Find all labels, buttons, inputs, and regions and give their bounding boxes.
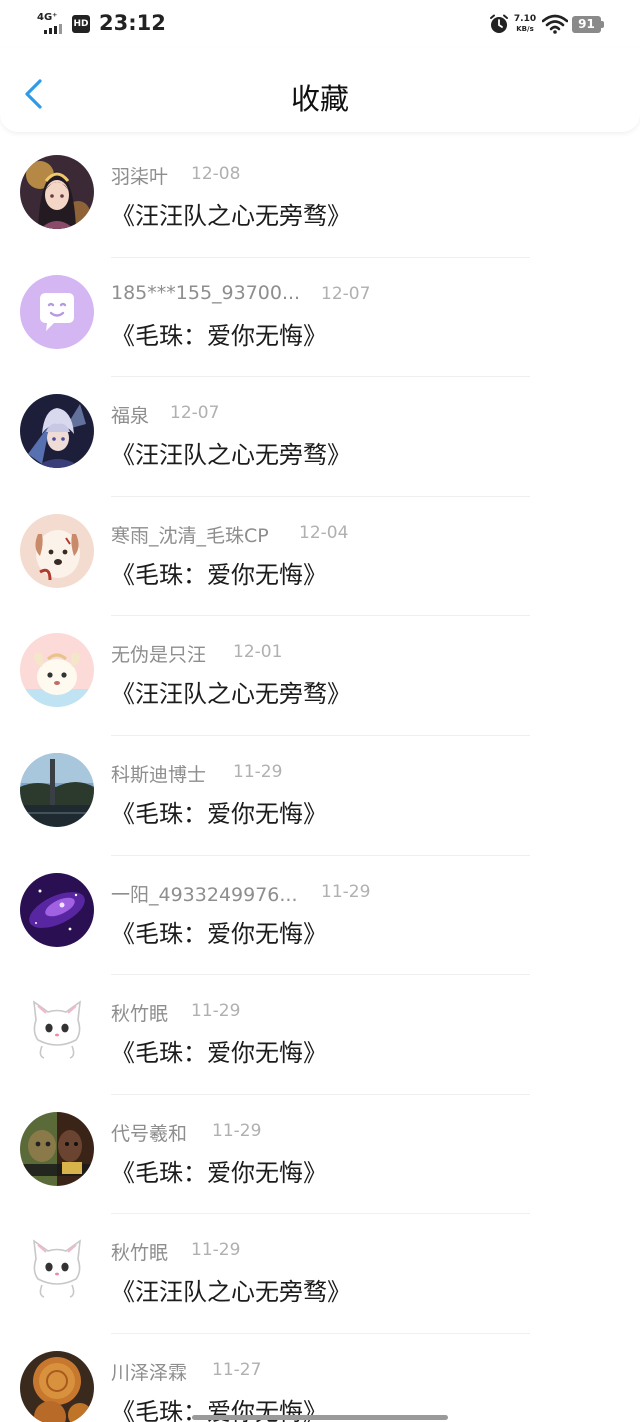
mooncake-avatar[interactable] <box>20 1350 94 1422</box>
username[interactable]: 秋竹眠 <box>111 1238 168 1265</box>
status-bar: 4G⁺ HD 23:12 7.10 KB/s 91 <box>0 0 640 48</box>
favorite-title[interactable]: 《毛珠：爱你无悔》 <box>111 316 327 351</box>
favorite-date: 12-07 <box>321 283 371 304</box>
favorite-item[interactable]: 川泽泽霖 11-27 《毛珠：爱你无悔》 <box>0 1334 640 1422</box>
battery-level: 91 <box>572 16 601 33</box>
network-type: 4G⁺ <box>37 12 58 23</box>
favorite-item[interactable]: 秋竹眠 11-29 《毛珠：爱你无悔》 <box>0 975 640 1095</box>
favorite-date: 11-29 <box>321 881 371 902</box>
wifi-icon <box>542 14 568 34</box>
alarm-icon <box>490 14 508 33</box>
favorite-title[interactable]: 《汪汪队之心无旁骛》 <box>111 435 351 470</box>
movie-poster-avatar[interactable] <box>20 1111 94 1186</box>
favorite-date: 11-29 <box>191 1240 241 1261</box>
white-cat-avatar[interactable] <box>20 992 94 1067</box>
favorite-date: 12-01 <box>233 642 283 663</box>
favorite-title[interactable]: 《毛珠：爱你无悔》 <box>111 1033 327 1068</box>
username[interactable]: 无伪是只汪 <box>111 640 206 667</box>
dog-drawing-avatar[interactable] <box>20 513 94 588</box>
favorites-list: 羽柒叶 12-08 《汪汪队之心无旁骛》 185***155_93700... … <box>0 138 640 1422</box>
favorite-date: 12-08 <box>191 164 241 184</box>
anime-girl-avatar[interactable] <box>20 155 94 229</box>
username[interactable]: 秋竹眠 <box>111 999 168 1026</box>
username[interactable]: 科斯迪博士 <box>111 760 206 787</box>
favorite-item[interactable]: 羽柒叶 12-08 《汪汪队之心无旁骛》 <box>0 138 640 258</box>
favorite-title[interactable]: 《毛珠：爱你无悔》 <box>111 1153 327 1188</box>
anime-boy-avatar[interactable] <box>20 394 94 469</box>
favorite-date: 11-29 <box>212 1120 262 1141</box>
username[interactable]: 川泽泽霖 <box>111 1358 187 1385</box>
speed-unit: KB/s <box>516 25 534 33</box>
username[interactable]: 福泉 <box>111 401 149 428</box>
speed-value: 7.10 <box>513 14 537 24</box>
username[interactable]: 185***155_93700... <box>111 282 300 304</box>
username[interactable]: 羽柒叶 <box>111 162 168 189</box>
cartoon-dog-avatar[interactable] <box>20 633 94 708</box>
white-cat-avatar[interactable] <box>20 1231 94 1306</box>
favorite-item[interactable]: 寒雨_沈清_毛珠CP 12-04 《毛珠：爱你无悔》 <box>0 497 640 617</box>
favorite-item[interactable]: 一阳_4933249976... 11-29 《毛珠：爱你无悔》 <box>0 856 640 976</box>
network-speed: 7.10 KB/s <box>513 14 537 34</box>
default-chat-avatar[interactable] <box>20 274 94 349</box>
favorite-item[interactable]: 秋竹眠 11-29 《汪汪队之心无旁骛》 <box>0 1214 640 1334</box>
favorite-title[interactable]: 《毛珠：爱你无悔》 <box>111 794 327 829</box>
battery-icon: 91 <box>572 16 604 33</box>
favorite-date: 11-29 <box>233 761 283 782</box>
status-time: 23:12 <box>99 11 166 35</box>
landscape-avatar[interactable] <box>20 752 94 827</box>
favorite-date: 11-27 <box>212 1359 262 1380</box>
favorite-item[interactable]: 无伪是只汪 12-01 《汪汪队之心无旁骛》 <box>0 616 640 736</box>
purple-galaxy-avatar[interactable] <box>20 872 94 947</box>
page-title: 收藏 <box>290 82 349 116</box>
favorite-item[interactable]: 福泉 12-07 《汪汪队之心无旁骛》 <box>0 377 640 497</box>
favorite-item[interactable]: 代号羲和 11-29 《毛珠：爱你无悔》 <box>0 1095 640 1215</box>
username[interactable]: 代号羲和 <box>111 1119 187 1146</box>
username[interactable]: 一阳_4933249976... <box>111 880 298 907</box>
favorite-title[interactable]: 《毛珠：爱你无悔》 <box>111 555 327 590</box>
hd-badge: HD <box>72 15 90 33</box>
signal-strength-icon <box>44 24 66 34</box>
favorite-item[interactable]: 科斯迪博士 11-29 《毛珠：爱你无悔》 <box>0 736 640 856</box>
username[interactable]: 寒雨_沈清_毛珠CP <box>111 521 269 548</box>
favorite-title[interactable]: 《汪汪队之心无旁骛》 <box>111 1272 351 1307</box>
home-indicator[interactable] <box>192 1415 448 1420</box>
favorite-title[interactable]: 《汪汪队之心无旁骛》 <box>111 674 351 709</box>
favorite-date: 12-04 <box>299 522 349 543</box>
nav-header: 收藏 <box>0 48 640 132</box>
favorite-title[interactable]: 《汪汪队之心无旁骛》 <box>111 196 351 231</box>
favorite-date: 11-29 <box>191 1001 241 1022</box>
favorite-date: 12-07 <box>170 403 220 424</box>
favorite-item[interactable]: 185***155_93700... 12-07 《毛珠：爱你无悔》 <box>0 258 640 378</box>
favorite-title[interactable]: 《毛珠：爱你无悔》 <box>111 914 327 949</box>
